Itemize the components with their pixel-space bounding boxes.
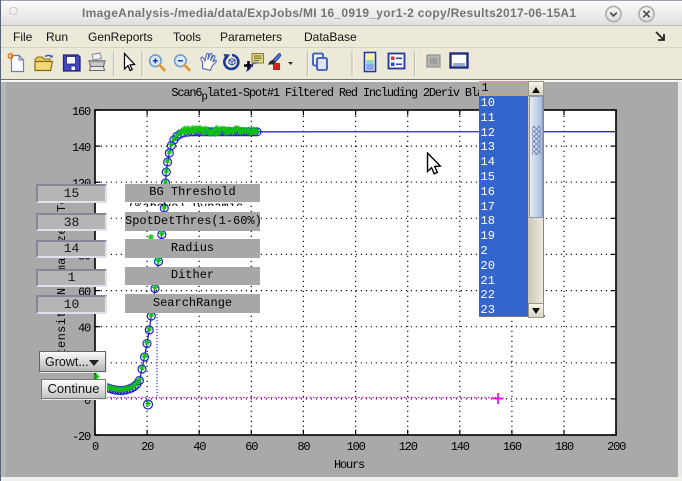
svg-text:80: 80 <box>297 440 310 454</box>
svg-text:20: 20 <box>141 440 154 454</box>
svg-text:140: 140 <box>72 141 91 155</box>
svg-text:40: 40 <box>193 440 206 454</box>
svg-text:Hours: Hours <box>334 458 365 472</box>
svg-text:100: 100 <box>347 440 366 454</box>
svg-text:160: 160 <box>72 105 91 119</box>
svg-text:180: 180 <box>555 440 574 454</box>
svg-text:Scan6plate1-Spot#1 Filtered Re: Scan6plate1-Spot#1 Filtered Red Includin… <box>171 86 507 104</box>
svg-text:-20: -20 <box>72 430 91 444</box>
svg-text:60: 60 <box>245 440 258 454</box>
svg-text:200: 200 <box>607 440 626 454</box>
svg-text:160: 160 <box>503 440 522 454</box>
svg-text:140: 140 <box>451 440 470 454</box>
svg-text:0: 0 <box>92 440 99 454</box>
svg-text:40: 40 <box>78 322 91 336</box>
svg-text:120: 120 <box>399 440 418 454</box>
